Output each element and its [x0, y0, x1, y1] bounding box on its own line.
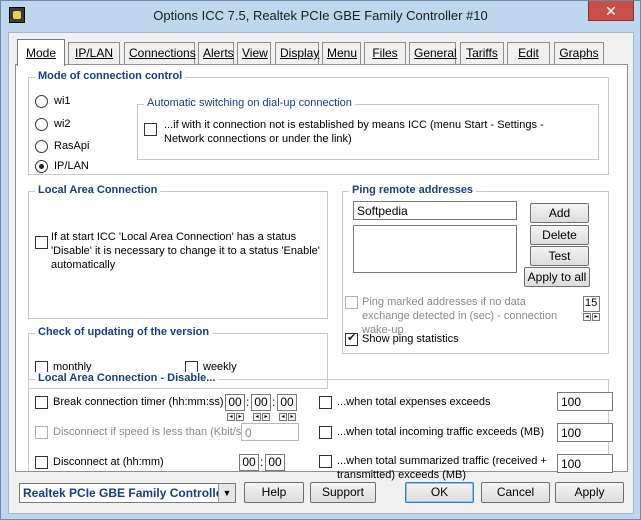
ping-delete-button[interactable]: Delete: [530, 225, 589, 245]
ping-apply-all-button[interactable]: Apply to all: [524, 267, 590, 287]
lan-group: Local Area Connection If at start ICC 'L…: [28, 184, 328, 319]
auto-switch-group: Automatic switching on dial-up connectio…: [137, 97, 599, 160]
time-separator: :: [246, 395, 250, 409]
ping-address-input[interactable]: Softpedia: [353, 201, 517, 220]
radio-ip-lan-label: IP/LAN: [54, 160, 89, 172]
lan-enable-label: If at start ICC 'Local Area Connection' …: [51, 231, 320, 271]
tab-tariffs[interactable]: Tariffs: [460, 42, 504, 65]
ping-seconds-input[interactable]: 15: [583, 296, 600, 312]
mode-tab-panel: Mode of connection control wi1 wi2 RasAp…: [15, 64, 628, 481]
radio-rasapi[interactable]: [35, 140, 48, 153]
chevron-down-icon[interactable]: ▼: [218, 484, 235, 502]
spin-right-icon[interactable]: ▸: [592, 313, 600, 321]
spin-right-icon[interactable]: ▸: [236, 413, 244, 421]
ping-group-title: Ping remote addresses: [349, 184, 477, 196]
spin-left-icon[interactable]: ◂: [253, 413, 261, 421]
ping-group: Ping remote addresses Softpedia Add Dele…: [342, 184, 609, 354]
spin-left-icon[interactable]: ◂: [583, 313, 591, 321]
incoming-label: ...when total incoming traffic exceeds (…: [337, 426, 545, 438]
ping-marked-checkbox[interactable]: [345, 296, 358, 309]
tab-view[interactable]: View: [237, 42, 271, 65]
summarized-checkbox[interactable]: [319, 455, 332, 468]
close-button[interactable]: ✕: [588, 1, 634, 21]
spin-left-icon[interactable]: ◂: [279, 413, 287, 421]
disconnect-at-minutes[interactable]: 00: [265, 454, 285, 471]
window-title: Options ICC 7.5, Realtek PCIe GBE Family…: [153, 8, 488, 23]
apply-button[interactable]: Apply: [555, 482, 624, 503]
cancel-button[interactable]: Cancel: [481, 482, 550, 503]
break-timer-checkbox[interactable]: [35, 396, 48, 409]
speed-checkbox[interactable]: [35, 426, 48, 439]
break-timer-label: Break connection timer (hh:mm:ss): [53, 396, 224, 408]
tab-ip-lan[interactable]: IP/LAN: [68, 42, 120, 65]
show-ping-stats-checkbox[interactable]: [345, 331, 358, 346]
spin-left-icon[interactable]: ◂: [227, 413, 235, 421]
expenses-checkbox[interactable]: [319, 396, 332, 409]
help-button[interactable]: Help: [244, 482, 304, 503]
lan-group-title: Local Area Connection: [35, 184, 161, 196]
connection-select-value: Realtek PCIe GBE Family Controller #10: [23, 486, 236, 500]
time-separator: :: [260, 455, 264, 469]
disconnect-at-hours[interactable]: 00: [239, 454, 259, 471]
tab-general[interactable]: General: [409, 42, 457, 65]
mode-group-title: Mode of connection control: [35, 70, 186, 82]
break-timer-minutes-spinner[interactable]: ◂ ▸: [253, 413, 270, 421]
incoming-input[interactable]: 100: [557, 423, 613, 442]
disconnect-at-checkbox[interactable]: [35, 456, 48, 469]
disable-group: Local Area Connection - Disable... Break…: [28, 372, 613, 481]
break-timer-hours-spinner[interactable]: ◂ ▸: [227, 413, 244, 421]
break-timer-seconds-spinner[interactable]: ◂ ▸: [279, 413, 296, 421]
ping-test-button[interactable]: Test: [530, 246, 589, 266]
expenses-label: ...when total expenses exceeds: [337, 396, 491, 408]
radio-rasapi-label: RasApi: [54, 140, 90, 152]
disable-group-title: Local Area Connection - Disable...: [35, 372, 219, 384]
ping-seconds-spinner[interactable]: ◂ ▸: [583, 313, 600, 321]
tab-display[interactable]: Display: [275, 42, 319, 65]
summarized-input[interactable]: 100: [557, 454, 613, 473]
auto-switch-title: Automatic switching on dial-up connectio…: [144, 97, 355, 109]
ping-marked-label: Ping marked addresses if no data exchang…: [362, 296, 558, 336]
auto-switch-checkbox[interactable]: [144, 123, 157, 136]
disconnect-at-label: Disconnect at (hh:mm): [53, 456, 164, 468]
show-ping-stats-label: Show ping statistics: [362, 333, 459, 345]
tab-alerts[interactable]: Alerts: [198, 42, 234, 65]
break-timer-minutes[interactable]: 00: [251, 394, 271, 411]
tab-connections[interactable]: Connections: [124, 42, 196, 65]
connection-select[interactable]: Realtek PCIe GBE Family Controller #10 ▼: [19, 483, 236, 503]
ping-address-list[interactable]: [353, 225, 517, 273]
speed-input[interactable]: 0: [241, 423, 299, 441]
ok-button[interactable]: OK: [405, 482, 474, 503]
break-timer-seconds[interactable]: 00: [277, 394, 297, 411]
dialog-client: Mode IP/LAN Connections Alerts View Disp…: [8, 32, 634, 514]
version-group-title: Check of updating of the version: [35, 326, 213, 338]
radio-ip-lan[interactable]: [35, 160, 48, 173]
speed-label: Disconnect if speed is less than (Kbit/s…: [53, 426, 245, 438]
tab-mode[interactable]: Mode: [17, 39, 65, 66]
spin-right-icon[interactable]: ▸: [288, 413, 296, 421]
tab-menu[interactable]: Menu: [322, 42, 361, 65]
incoming-checkbox[interactable]: [319, 426, 332, 439]
summarized-label: ...when total summarized traffic (receiv…: [337, 455, 547, 481]
expenses-input[interactable]: 100: [557, 392, 613, 411]
tab-graphs[interactable]: Graphs: [554, 42, 604, 65]
auto-switch-label: ...if with it connection not is establis…: [164, 119, 544, 145]
radio-wi2-label: wi2: [54, 118, 71, 130]
tab-files[interactable]: Files: [364, 42, 406, 65]
options-window: Options ICC 7.5, Realtek PCIe GBE Family…: [0, 0, 641, 520]
break-timer-hours[interactable]: 00: [225, 394, 245, 411]
mode-group: Mode of connection control wi1 wi2 RasAp…: [28, 70, 609, 175]
tab-edit[interactable]: Edit: [507, 42, 550, 65]
time-separator: :: [272, 395, 276, 409]
title-bar: Options ICC 7.5, Realtek PCIe GBE Family…: [1, 1, 640, 31]
radio-wi1[interactable]: [35, 95, 48, 108]
radio-wi1-label: wi1: [54, 95, 71, 107]
support-button[interactable]: Support: [310, 482, 376, 503]
ping-add-button[interactable]: Add: [530, 203, 589, 223]
lan-enable-checkbox[interactable]: [35, 236, 48, 249]
radio-wi2[interactable]: [35, 118, 48, 131]
spin-right-icon[interactable]: ▸: [262, 413, 270, 421]
